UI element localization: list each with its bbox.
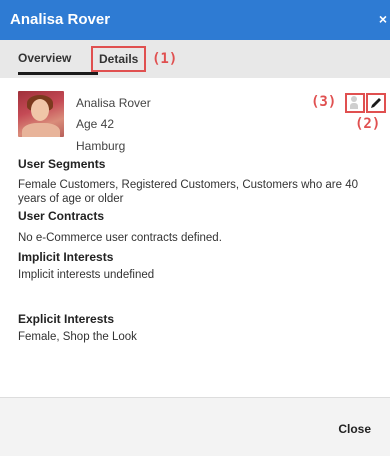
person-icon-head <box>351 96 357 102</box>
segments-text: Female Customers, Registered Customers, … <box>18 179 359 205</box>
person-icon-body <box>350 103 358 109</box>
dialog-title: Analisa Rover <box>10 11 111 28</box>
active-tab-indicator <box>18 72 98 75</box>
dialog-titlebar: Analisa Rover × <box>0 0 390 40</box>
tab-details[interactable]: Details <box>91 46 147 72</box>
profile-age: Age 42 <box>76 117 115 131</box>
avatar <box>18 91 64 137</box>
close-button[interactable]: Close <box>338 422 371 436</box>
contracts-heading: User Contracts <box>18 209 105 223</box>
segments-heading: User Segments <box>18 157 106 171</box>
explicit-interests-heading: Explicit Interests <box>18 312 115 326</box>
close-icon[interactable]: × <box>379 11 387 27</box>
customer-profile-dialog: Analisa Rover × Overview Details (1) (3)… <box>0 0 390 456</box>
pencil-glyph <box>371 98 381 108</box>
annotation-marker-1: (1) <box>152 51 178 67</box>
contracts-text: No e-Commerce user contracts defined. <box>18 232 222 244</box>
annotation-marker-3: (3) <box>311 94 337 110</box>
implicit-interests-text: Implicit interests undefined <box>18 269 155 281</box>
implicit-interests-heading: Implicit Interests <box>18 250 114 264</box>
person-icon[interactable] <box>345 93 365 113</box>
tab-overview[interactable]: Overview <box>18 51 71 65</box>
avatar-face <box>31 99 49 121</box>
profile-city: Hamburg <box>76 139 126 153</box>
explicit-interests-text: Female, Shop the Look <box>18 331 137 343</box>
dialog-footer: Close <box>0 397 390 456</box>
pencil-icon[interactable] <box>366 93 386 113</box>
annotation-marker-2: (2) <box>355 116 381 132</box>
avatar-shoulder <box>22 123 60 137</box>
profile-name: Analisa Rover <box>76 96 151 110</box>
